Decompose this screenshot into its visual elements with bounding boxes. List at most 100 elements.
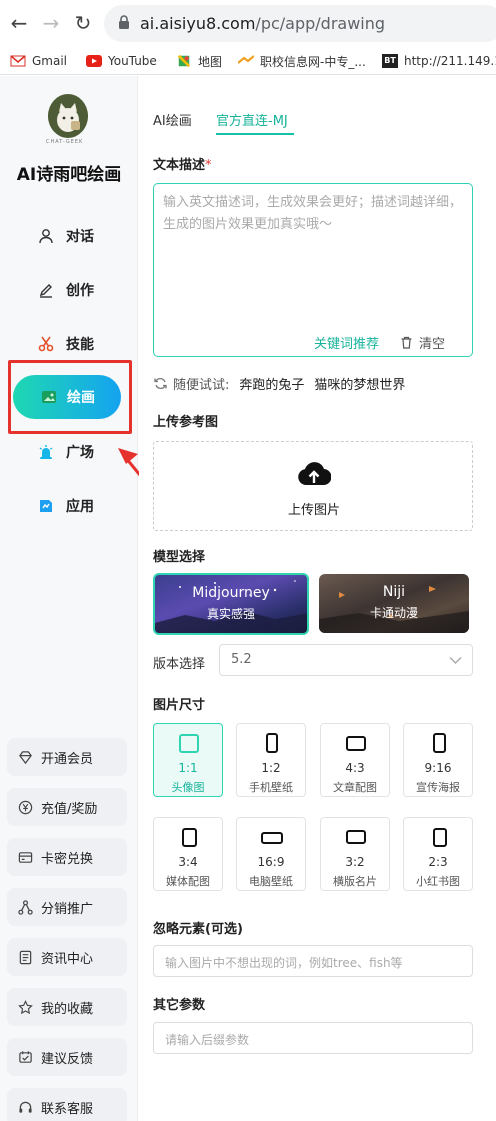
params-placeholder: 请输入后缀参数 xyxy=(165,1033,250,1047)
logo-caption: CHAT-GEEK xyxy=(46,139,84,145)
share-icon xyxy=(18,899,33,915)
site-title: AI诗雨吧绘画 xyxy=(16,165,122,185)
params-label: 其它参数 xyxy=(153,998,206,1013)
model-option-niji[interactable]: Niji 卡通动漫 xyxy=(319,574,469,633)
random-try-row: 随便试试: 奔跑的兔子 猫咪的梦想世界 xyxy=(154,374,405,393)
prompt-textarea[interactable]: 输入英文描述词，生成效果会更好；描述词越详细，生成的图片效果更加真实哦～ 关键词… xyxy=(153,183,473,357)
size-desc: 手机壁纸 xyxy=(249,781,293,794)
annotation-highlight-box xyxy=(8,360,132,434)
model-option-midjourney[interactable]: Midjourney 真实感强 xyxy=(153,573,309,635)
model-label: 模型选择 xyxy=(153,550,206,565)
negative-label: 忽略元素(可选) xyxy=(153,922,243,937)
size-desc: 小红书图 xyxy=(416,875,460,888)
cat-logo-icon xyxy=(48,96,88,136)
beacon-icon xyxy=(39,445,53,459)
address-bar[interactable]: ai.aisiyu8.com/pc/app/drawing xyxy=(104,5,496,42)
landscape-shape-icon xyxy=(346,830,366,844)
tab-ai-drawing[interactable]: AI绘画 xyxy=(153,110,192,129)
try-example-rabbit[interactable]: 奔跑的兔子 xyxy=(239,374,304,393)
star-icon xyxy=(18,999,33,1014)
try-example-cat[interactable]: 猫咪的梦想世界 xyxy=(314,374,405,393)
landscape-shape-icon xyxy=(346,736,366,751)
bookmark-youtube[interactable]: YouTube xyxy=(86,51,157,71)
menu-item-chat[interactable]: 对话 xyxy=(38,224,94,248)
size-option-2-3[interactable]: 2:3 小红书图 xyxy=(403,817,473,891)
portrait-shape-icon xyxy=(433,733,446,753)
negative-input[interactable]: 输入图片中不想出现的词，例如tree、fish等 xyxy=(153,945,473,977)
size-option-1-2[interactable]: 1:2 手机壁纸 xyxy=(236,723,306,797)
site-logo[interactable] xyxy=(48,94,88,138)
youtube-icon xyxy=(86,55,102,67)
customer-service-button[interactable]: 联系客服 xyxy=(7,1088,127,1121)
lock-icon xyxy=(119,15,129,29)
upload-dropzone[interactable]: 上传图片 xyxy=(153,441,473,531)
active-tab-indicator xyxy=(216,133,294,135)
gmail-icon xyxy=(10,55,26,67)
card-icon xyxy=(18,851,33,863)
square-shape-icon xyxy=(179,734,199,753)
bt-icon: BT xyxy=(382,54,398,68)
menu-item-apps[interactable]: 应用 xyxy=(38,494,94,518)
size-desc: 文章配图 xyxy=(333,781,377,794)
size-option-4-3[interactable]: 4:3 文章配图 xyxy=(320,723,390,797)
favorites-button[interactable]: 我的收藏 xyxy=(7,988,127,1026)
size-desc: 横版名片 xyxy=(333,875,377,888)
model-name-midjourney: Midjourney xyxy=(192,585,270,601)
upload-label: 上传参考图 xyxy=(153,415,219,430)
size-ratio: 3:4 xyxy=(178,855,198,869)
menu-item-skills[interactable]: 技能 xyxy=(38,332,94,356)
feedback-button[interactable]: 建议反馈 xyxy=(7,1038,127,1076)
size-desc: 头像图 xyxy=(171,781,205,794)
size-option-9-16[interactable]: 9:16 宣传海报 xyxy=(403,723,473,797)
headset-icon xyxy=(19,1101,32,1113)
app-icon xyxy=(40,500,52,512)
bookmark-school[interactable]: 职校信息网-中专_... xyxy=(238,51,366,71)
size-label: 图片尺寸 xyxy=(153,698,206,713)
news-center-button[interactable]: 资讯中心 xyxy=(7,938,127,976)
menu-item-create[interactable]: 创作 xyxy=(38,278,94,302)
prompt-placeholder: 输入英文描述词，生成效果会更好；描述词越详细，生成的图片效果更加真实哦～ xyxy=(163,195,463,232)
card-redeem-button[interactable]: 卡密兑换 xyxy=(7,838,127,876)
chevron-down-icon xyxy=(449,657,462,664)
recharge-button[interactable]: 充值/奖励 xyxy=(7,788,127,826)
size-option-16-9[interactable]: 16:9 电脑壁纸 xyxy=(236,817,306,891)
portrait-shape-icon xyxy=(433,828,447,847)
size-option-1-1[interactable]: 1:1 头像图 xyxy=(153,723,223,797)
drawing-panel: AI绘画 官方直连-MJ 文本描述* 输入英文描述词，生成效果会更好；描述词越详… xyxy=(139,76,496,1121)
size-option-3-2[interactable]: 3:2 横版名片 xyxy=(320,817,390,891)
portrait-shape-icon xyxy=(266,733,278,753)
feedback-icon xyxy=(19,1050,32,1063)
version-value: 5.2 xyxy=(231,652,252,667)
menu-item-square[interactable]: 广场 xyxy=(38,440,94,464)
back-arrow-icon[interactable]: ← xyxy=(8,12,30,34)
size-option-3-4[interactable]: 3:4 媒体配图 xyxy=(153,817,223,891)
forward-arrow-icon[interactable]: → xyxy=(40,12,62,34)
trash-icon xyxy=(401,336,412,349)
size-desc: 媒体配图 xyxy=(166,875,210,888)
scissors-icon xyxy=(38,336,54,352)
size-ratio: 1:1 xyxy=(178,761,198,775)
model-sub-niji: 卡通动漫 xyxy=(369,606,418,620)
tab-official-mj[interactable]: 官方直连-MJ xyxy=(216,110,288,129)
bookmark-maps[interactable]: 地图 xyxy=(176,51,222,71)
refresh-icon[interactable] xyxy=(154,377,167,390)
clear-button[interactable]: 清空 xyxy=(400,333,445,352)
random-try-label: 随便试试: xyxy=(173,378,230,393)
version-label: 版本选择 xyxy=(153,657,206,672)
reload-icon[interactable]: ↻ xyxy=(72,12,94,34)
params-input[interactable]: 请输入后缀参数 xyxy=(153,1022,473,1054)
bookmarks-bar: Gmail YouTube 地图 职校信息网-中专_... BT http://… xyxy=(0,47,496,75)
bookmark-bt[interactable]: BT http://211.149.1 xyxy=(382,51,496,71)
vip-button[interactable]: 开通会员 xyxy=(7,738,127,776)
cloud-upload-icon xyxy=(298,462,331,486)
keyword-recommend-button[interactable]: 关键词推荐 xyxy=(314,333,379,352)
size-desc: 电脑壁纸 xyxy=(249,875,293,888)
version-select[interactable]: 5.2 xyxy=(219,644,473,676)
size-ratio: 16:9 xyxy=(257,855,285,869)
distribution-button[interactable]: 分销推广 xyxy=(7,888,127,926)
bookmark-gmail[interactable]: Gmail xyxy=(10,51,67,71)
size-ratio: 1:2 xyxy=(261,761,281,775)
portrait-shape-icon xyxy=(182,828,197,847)
landscape-shape-icon xyxy=(261,832,283,844)
size-ratio: 9:16 xyxy=(424,761,452,775)
